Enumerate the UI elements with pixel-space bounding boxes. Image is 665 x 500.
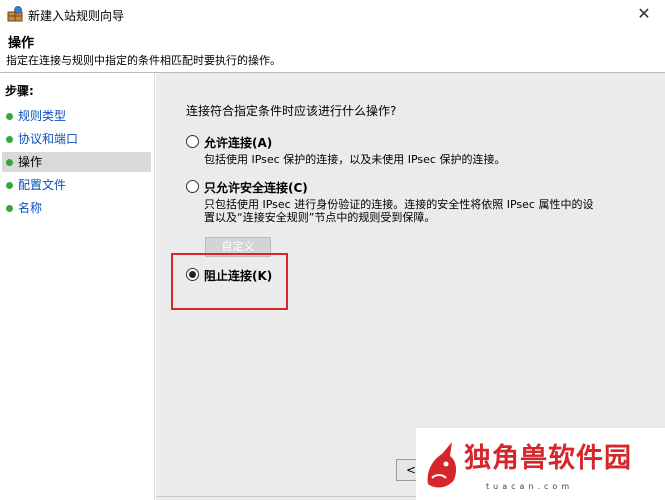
allow-secure-radio[interactable]	[186, 180, 199, 193]
watermark: 独角兽软件园 tuacan.com	[416, 428, 665, 500]
sidebar-item-label: 规则类型	[18, 109, 67, 123]
allow-connection-radio[interactable]	[186, 135, 199, 148]
allow-secure-description-line1: 只包括使用 IPsec 进行身份验证的连接。连接的安全性将依照 IPsec 属性…	[204, 198, 594, 211]
watermark-text: 独角兽软件园	[464, 443, 632, 474]
sidebar-item-action[interactable]: 操作	[2, 152, 151, 172]
steps-sidebar: 步骤: 规则类型 协议和端口 操作 配置文件 名称	[0, 73, 155, 500]
step-dot-icon	[6, 113, 13, 120]
steps-heading: 步骤:	[5, 84, 34, 98]
action-question: 连接符合指定条件时应该进行什么操作?	[186, 104, 397, 118]
sidebar-item-rule-type[interactable]: 规则类型	[2, 106, 151, 126]
sidebar-item-name[interactable]: 名称	[2, 198, 151, 218]
allow-connection-description: 包括使用 IPsec 保护的连接，以及未使用 IPsec 保护的连接。	[204, 153, 506, 166]
close-icon: ✕	[637, 4, 651, 23]
page-title: 操作	[8, 36, 35, 51]
step-dot-icon	[6, 159, 13, 166]
allow-connection-label[interactable]: 允许连接(A)	[204, 134, 272, 151]
wizard-header: 操作 指定在连接与规则中指定的条件相匹配时要执行的操作。	[0, 28, 665, 72]
unicorn-logo-icon	[427, 442, 457, 488]
allow-secure-description-line2: 置以及“连接安全规则”节点中的规则受到保障。	[204, 211, 436, 224]
watermark-subtext: tuacan.com	[486, 482, 574, 491]
sidebar-item-label: 操作	[18, 155, 43, 169]
sidebar-item-protocol-ports[interactable]: 协议和端口	[2, 129, 151, 149]
title-bar: 新建入站规则向导 ✕	[0, 0, 665, 28]
sidebar-item-label: 名称	[18, 201, 43, 215]
step-dot-icon	[6, 205, 13, 212]
sidebar-item-profile[interactable]: 配置文件	[2, 175, 151, 195]
sidebar-item-label: 协议和端口	[18, 132, 79, 146]
allow-secure-label[interactable]: 只允许安全连接(C)	[204, 179, 308, 196]
close-button[interactable]: ✕	[627, 0, 661, 28]
window-title: 新建入站规则向导	[28, 9, 125, 23]
page-description: 指定在连接与规则中指定的条件相匹配时要执行的操作。	[6, 54, 281, 67]
highlight-box	[171, 253, 288, 310]
step-dot-icon	[6, 136, 13, 143]
step-dot-icon	[6, 182, 13, 189]
sidebar-item-label: 配置文件	[18, 178, 67, 192]
firewall-wizard-icon	[7, 6, 23, 22]
